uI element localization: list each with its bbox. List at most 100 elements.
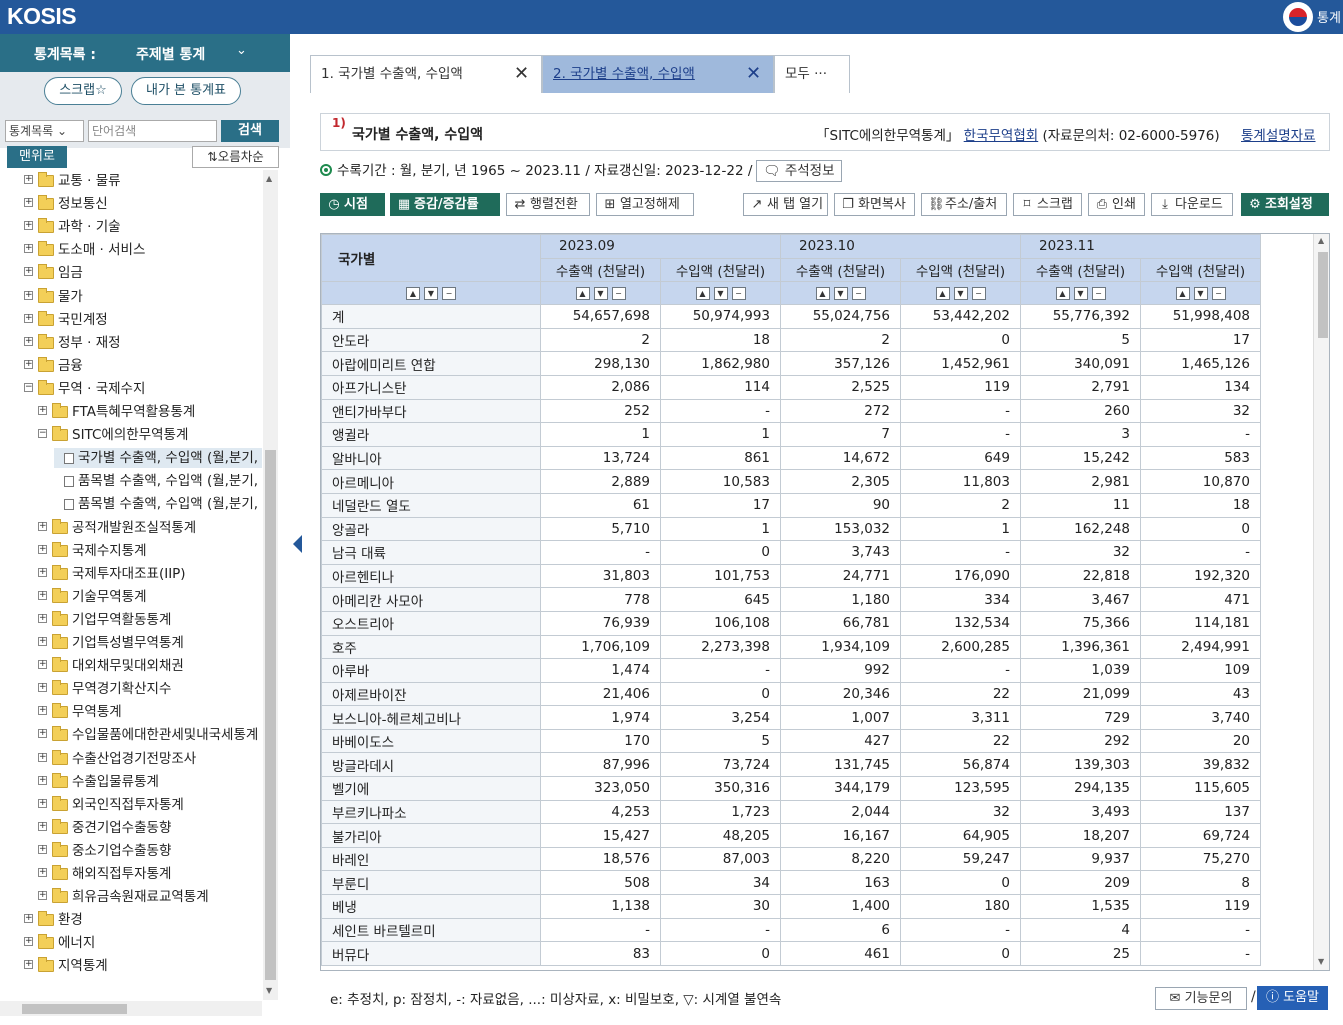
expand-icon[interactable]: + <box>38 590 47 600</box>
search-button[interactable]: 검색 <box>221 120 279 142</box>
close-icon[interactable]: ✕ <box>746 56 761 92</box>
transpose-button[interactable]: ⇄ 행렬전환 <box>506 193 590 216</box>
grid-scroll-thumb[interactable] <box>1318 252 1328 338</box>
collapse-icon[interactable]: − <box>38 429 47 439</box>
expand-icon[interactable]: + <box>24 960 33 970</box>
expand-icon[interactable]: + <box>24 221 33 231</box>
sort-down-icon[interactable]: ▼ <box>713 286 728 300</box>
expand-icon[interactable]: + <box>38 660 47 670</box>
sort-up-icon[interactable]: ▲ <box>935 286 950 300</box>
expand-icon[interactable]: + <box>24 914 33 924</box>
tree-item[interactable]: 국가별 수출액, 수입액 (월,분기, <box>54 448 262 469</box>
recent-tables-button[interactable]: 내가 본 통계표 <box>131 77 241 105</box>
tree-item[interactable]: + 수출입물류통계 <box>0 772 262 792</box>
sort-up-icon[interactable]: ▲ <box>575 286 590 300</box>
tree-item[interactable]: + 교통 · 물류 <box>0 171 262 191</box>
tree-item[interactable]: + 지역통계 <box>0 956 262 976</box>
tree-item[interactable]: + 국제수지통계 <box>0 541 262 561</box>
expand-icon[interactable]: + <box>38 544 47 554</box>
header-right-text[interactable]: 통계 <box>1317 7 1341 26</box>
expand-icon[interactable]: + <box>38 891 47 901</box>
expand-icon[interactable]: + <box>38 521 47 531</box>
description-link[interactable]: 통계설명자료 <box>1241 124 1316 144</box>
collapse-column-icon[interactable]: − <box>851 286 866 300</box>
tree-item[interactable]: + 외국인직접투자통계 <box>0 795 262 815</box>
tree-item[interactable]: + 공적개발원조실적통계 <box>0 518 262 538</box>
expand-icon[interactable]: + <box>24 336 33 346</box>
collapse-column-icon[interactable]: − <box>611 286 626 300</box>
change-rate-button[interactable]: ▦ 증감/증감률 <box>390 193 500 216</box>
scroll-down-arrow-icon[interactable]: ▼ <box>266 986 272 995</box>
collapse-column-icon[interactable]: − <box>442 286 456 300</box>
help-button[interactable]: ⓘ 도움말 <box>1257 986 1328 1010</box>
expand-icon[interactable]: + <box>38 752 47 762</box>
expand-icon[interactable]: + <box>38 683 47 693</box>
tab-all[interactable]: 모두 ··· <box>774 55 850 93</box>
tree-item[interactable]: + 수출산업경기전망조사 <box>0 749 262 769</box>
expand-icon[interactable]: + <box>38 821 47 831</box>
unfix-columns-button[interactable]: ⊞ 열고정해제 <box>596 193 694 216</box>
sort-up-icon[interactable]: ▲ <box>815 286 830 300</box>
collapse-column-icon[interactable]: − <box>1211 286 1226 300</box>
tree-item[interactable]: + 대외채무및대외채권 <box>0 656 262 676</box>
tree-item[interactable]: 품목별 수출액, 수입액 (월,분기, <box>0 471 262 491</box>
scroll-down-arrow-icon[interactable]: ▼ <box>1318 957 1324 966</box>
expand-icon[interactable]: + <box>38 868 47 877</box>
scroll-up-arrow-icon[interactable]: ▲ <box>266 174 272 183</box>
sort-ascending-button[interactable]: ⇅오름차순 <box>192 146 279 168</box>
inquiry-button[interactable]: ✉ 기능문의 <box>1155 987 1247 1010</box>
tree-item[interactable]: + 물가 <box>0 287 262 307</box>
expand-icon[interactable]: + <box>24 290 33 300</box>
source-org-link[interactable]: 한국무역협회 <box>964 128 1039 144</box>
print-button[interactable]: ⎙ 인쇄 <box>1088 193 1145 216</box>
chevron-down-icon[interactable]: ⌄ <box>236 43 247 58</box>
tree-item[interactable]: + 무역경기확산지수 <box>0 679 262 699</box>
tree-item[interactable]: + 과학 · 기술 <box>0 217 262 237</box>
tree-item[interactable]: + 국제투자대조표(IIP) <box>0 564 262 584</box>
tree-item[interactable]: + 기업특성별무역통계 <box>0 633 262 653</box>
scrap-toolbar-button[interactable]: ⌑ 스크랩 <box>1013 193 1082 216</box>
sort-up-icon[interactable]: ▲ <box>695 286 710 300</box>
tree-item[interactable]: + 기업무역활동통계 <box>0 610 262 630</box>
category-select[interactable]: 주제별 통계 <box>136 44 205 64</box>
tree-item[interactable]: + 정부 · 재정 <box>0 333 262 353</box>
expand-icon[interactable]: + <box>38 406 47 415</box>
sort-down-icon[interactable]: ▼ <box>833 286 848 300</box>
expand-icon[interactable]: + <box>24 198 33 208</box>
sort-up-icon[interactable]: ▲ <box>406 286 420 300</box>
expand-icon[interactable]: + <box>24 175 33 184</box>
collapse-icon[interactable]: − <box>24 382 33 392</box>
tree-item[interactable]: − 무역 · 국제수지 <box>0 379 262 399</box>
tree-item[interactable]: + 중견기업수출동향 <box>0 818 262 838</box>
kosis-logo[interactable]: KOSIS <box>7 3 77 30</box>
sort-down-icon[interactable]: ▼ <box>1193 286 1208 300</box>
tree-vertical-scrollbar[interactable]: ▲ ▼ <box>263 170 278 1000</box>
collapse-column-icon[interactable]: − <box>971 286 986 300</box>
expand-icon[interactable]: + <box>24 313 33 323</box>
tree-item[interactable]: + 기술무역통계 <box>0 587 262 607</box>
expand-icon[interactable]: + <box>24 937 33 947</box>
tree-item[interactable]: + 임금 <box>0 263 262 283</box>
expand-icon[interactable]: + <box>38 798 47 808</box>
note-info-button[interactable]: 🗨 주석정보 <box>756 160 842 182</box>
tree-item[interactable]: + 해외직접투자통계 <box>0 864 262 884</box>
search-input[interactable]: 단어검색 <box>88 120 217 142</box>
download-button[interactable]: ⤓ 다운로드 <box>1151 193 1233 216</box>
url-source-button[interactable]: ⛓주소/출처 <box>921 193 1007 216</box>
scroll-up-arrow-icon[interactable]: ▲ <box>1318 236 1324 245</box>
sort-down-icon[interactable]: ▼ <box>593 286 608 300</box>
expand-icon[interactable]: + <box>38 775 47 785</box>
collapse-panel-icon[interactable] <box>293 535 302 553</box>
tab-2-active[interactable]: 2. 국가별 수출액, 수입액 ✕ <box>542 55 774 93</box>
tab-1[interactable]: 1. 국가별 수출액, 수입액 ✕ <box>310 55 542 93</box>
expand-icon[interactable]: + <box>38 567 47 577</box>
tree-item[interactable]: + 국민계정 <box>0 310 262 330</box>
screen-copy-button[interactable]: ❐ 화면복사 <box>834 193 915 216</box>
tree-item[interactable]: + 도소매 · 서비스 <box>0 240 262 260</box>
grid-vertical-scrollbar[interactable]: ▲ ▼ <box>1313 234 1329 970</box>
scrap-button[interactable]: 스크랩☆ <box>44 77 122 105</box>
tree-item[interactable]: + FTA특혜무역활용통계 <box>0 402 262 422</box>
tree-item[interactable]: + 환경 <box>0 910 262 930</box>
scroll-thumb[interactable] <box>265 450 276 980</box>
tree-item[interactable]: 품목별 수출액, 수입액 (월,분기, <box>0 494 262 514</box>
